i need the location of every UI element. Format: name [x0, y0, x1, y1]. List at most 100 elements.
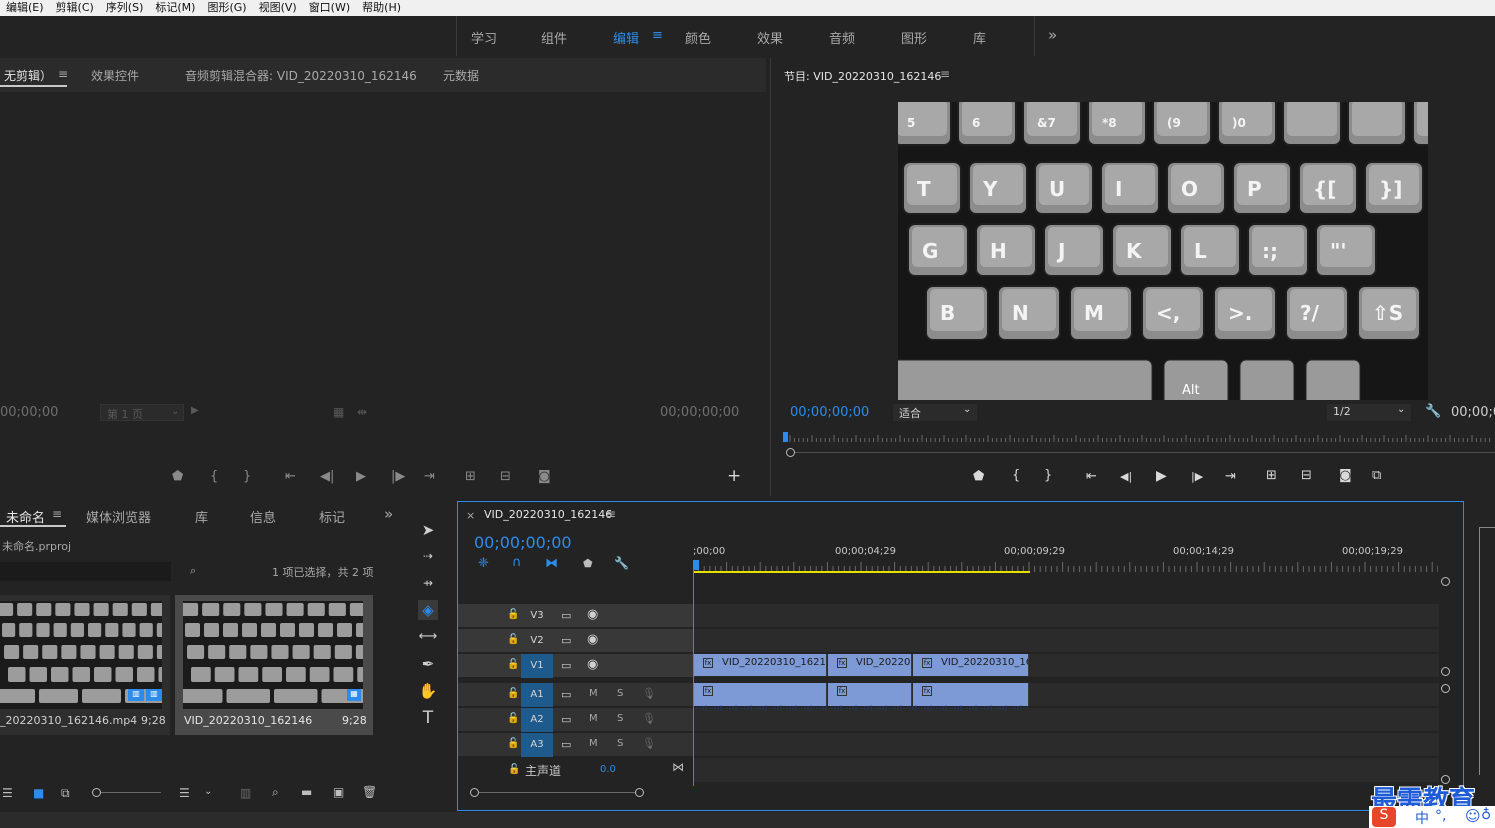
timeline-menu-icon[interactable]: ≡: [606, 507, 616, 521]
pen-tool-icon[interactable]: ✒: [418, 654, 438, 674]
workspace-graphics[interactable]: 图形: [901, 28, 927, 47]
track-lane[interactable]: [694, 604, 1439, 628]
page-next-icon[interactable]: ▶: [191, 405, 199, 416]
go-to-edit-icon[interactable]: ⋈: [672, 760, 684, 774]
menu-view[interactable]: 视图(V): [253, 0, 303, 16]
overwrite-icon[interactable]: ⊟: [500, 470, 511, 484]
razor-tool-icon[interactable]: ◈: [418, 600, 438, 620]
new-item-icon[interactable]: ▣: [333, 785, 344, 799]
audio-scroll-top[interactable]: [1441, 684, 1450, 693]
playhead[interactable]: [693, 560, 699, 570]
video-clip[interactable]: fx VID_20220310_1621: [913, 654, 1029, 676]
play-icon[interactable]: ▶: [1156, 469, 1167, 483]
lock-icon[interactable]: 🔓: [507, 688, 519, 699]
ime-mode[interactable]: 中: [1415, 808, 1429, 828]
project-more-icon[interactable]: »: [384, 505, 393, 523]
mark-out-icon[interactable]: }: [1044, 469, 1052, 483]
search-input[interactable]: [0, 562, 171, 581]
zoom-handle[interactable]: [786, 448, 795, 457]
workspace-editing-menu-icon[interactable]: ≡: [652, 28, 663, 43]
video-scroll-top[interactable]: [1441, 577, 1450, 586]
mute-button[interactable]: M: [589, 738, 598, 749]
program-time-ruler[interactable]: [784, 432, 1495, 446]
mark-in-icon[interactable]: {: [1012, 469, 1020, 483]
mute-button[interactable]: M: [589, 713, 598, 724]
menu-sequence[interactable]: 序列(S): [100, 0, 150, 16]
ime-punct[interactable]: °,: [1435, 808, 1446, 824]
resolution-select[interactable]: 1/2 ⌄: [1327, 404, 1411, 421]
track-lane[interactable]: [694, 629, 1439, 653]
track-target[interactable]: V3: [521, 604, 553, 628]
program-video-frame[interactable]: 5 6 &7 *8 (9)0 T Y U I O P {[}] G H J K L:; "' B N M <, >. ?/ ⇧S…: [898, 102, 1428, 400]
ripple-edit-tool-icon[interactable]: ⇸: [418, 573, 438, 593]
add-marker-icon[interactable]: ⬟: [973, 470, 984, 484]
timeline-timecode[interactable]: 00;00;00;00: [474, 533, 572, 552]
source-timecode[interactable]: 00;00;00: [0, 405, 58, 420]
solo-button[interactable]: S: [617, 713, 623, 724]
track-target[interactable]: A2: [521, 708, 553, 732]
add-marker-icon[interactable]: ⬟: [583, 557, 593, 570]
settings-icon[interactable]: ▦: [333, 405, 344, 419]
video-clip[interactable]: fx VID_20220310_162146.: [694, 654, 827, 676]
close-icon[interactable]: ×: [466, 509, 475, 522]
zoom-bar[interactable]: [795, 452, 1495, 453]
track-header[interactable]: 🔓 A1 ▭ M S 🎙: [458, 683, 693, 707]
microphone-icon[interactable]: 🎙: [642, 737, 656, 750]
eye-icon[interactable]: ◉: [587, 607, 598, 622]
skin-icon[interactable]: ♁: [1481, 807, 1491, 823]
zoom-handle-left[interactable]: [470, 788, 479, 797]
go-to-in-icon[interactable]: ⇤: [1086, 470, 1097, 484]
tab-audio-clip-mixer[interactable]: 音频剪辑混合器: VID_20220310_162146: [185, 67, 417, 84]
freeform-view-icon[interactable]: ⧉: [61, 786, 70, 801]
track-header[interactable]: 🔓 A2 ▭ M S 🎙: [458, 708, 693, 732]
new-bin-from-search-icon[interactable]: ⌕: [190, 564, 196, 578]
track-lane[interactable]: [694, 708, 1439, 732]
fit-select[interactable]: 适合 ⌄: [893, 404, 977, 421]
list-view-icon[interactable]: ☰: [2, 786, 13, 800]
menu-clip[interactable]: 剪辑(C): [50, 0, 100, 16]
thumb-zoom-slider[interactable]: [101, 792, 161, 793]
menu-markers[interactable]: 标记(M): [149, 0, 201, 16]
chevron-down-icon[interactable]: ⌄: [204, 786, 212, 797]
sync-lock-icon[interactable]: ▭: [561, 609, 571, 622]
lock-icon[interactable]: 🔓: [507, 738, 519, 749]
emoji-icon[interactable]: ☺: [1465, 807, 1481, 825]
nest-icon[interactable]: ❈: [478, 556, 489, 571]
step-back-icon[interactable]: ◀|: [320, 470, 334, 484]
step-forward-icon[interactable]: |▶: [1191, 470, 1203, 484]
thumb-zoom-handle[interactable]: [92, 788, 101, 797]
page-select[interactable]: 第 1 页 ⌄: [100, 404, 184, 421]
track-target[interactable]: A1: [521, 683, 553, 707]
tab-effect-controls[interactable]: 效果控件: [91, 67, 139, 84]
program-title[interactable]: 节目: VID_20220310_162146: [784, 68, 941, 84]
mute-button[interactable]: M: [589, 688, 598, 699]
program-menu-icon[interactable]: ≡: [940, 67, 950, 81]
video-clip[interactable]: fx VID_202203: [828, 654, 912, 676]
lock-icon[interactable]: 🔓: [507, 659, 519, 670]
track-lane[interactable]: [694, 733, 1439, 757]
add-marker-icon[interactable]: ⬟: [172, 470, 183, 484]
lock-icon[interactable]: 🔓: [507, 713, 519, 724]
wrench-icon[interactable]: 🔧: [1425, 404, 1441, 419]
export-frame-icon[interactable]: ◙: [1339, 469, 1352, 483]
workspace-libraries[interactable]: 库: [973, 28, 986, 47]
track-select-tool-icon[interactable]: ⇢: [418, 546, 438, 566]
track-header[interactable]: 🔓 V2 ▭ ◉: [458, 629, 693, 653]
slip-tool-icon[interactable]: ⟷: [418, 627, 438, 647]
tab-markers[interactable]: 标记: [319, 507, 345, 526]
menu-edit[interactable]: 编辑(E): [0, 0, 50, 16]
sort-icon[interactable]: ☰: [179, 786, 190, 800]
workspace-audio[interactable]: 音频: [829, 28, 855, 47]
workspace-color[interactable]: 颜色: [685, 28, 711, 47]
play-icon[interactable]: ▶: [356, 470, 366, 484]
step-back-icon[interactable]: ◀|: [1120, 470, 1132, 484]
mark-out-icon[interactable]: }: [243, 470, 251, 484]
lock-icon[interactable]: 🔓: [507, 609, 519, 620]
playhead[interactable]: [783, 432, 788, 442]
microphone-icon[interactable]: 🎙: [642, 712, 656, 725]
workspace-assembly[interactable]: 组件: [541, 28, 567, 47]
workspace-learn[interactable]: 学习: [471, 28, 497, 47]
selection-tool-icon[interactable]: ➤: [418, 520, 438, 540]
tab-project-menu-icon[interactable]: ≡: [52, 507, 62, 521]
master-volume[interactable]: 0.0: [600, 764, 616, 775]
